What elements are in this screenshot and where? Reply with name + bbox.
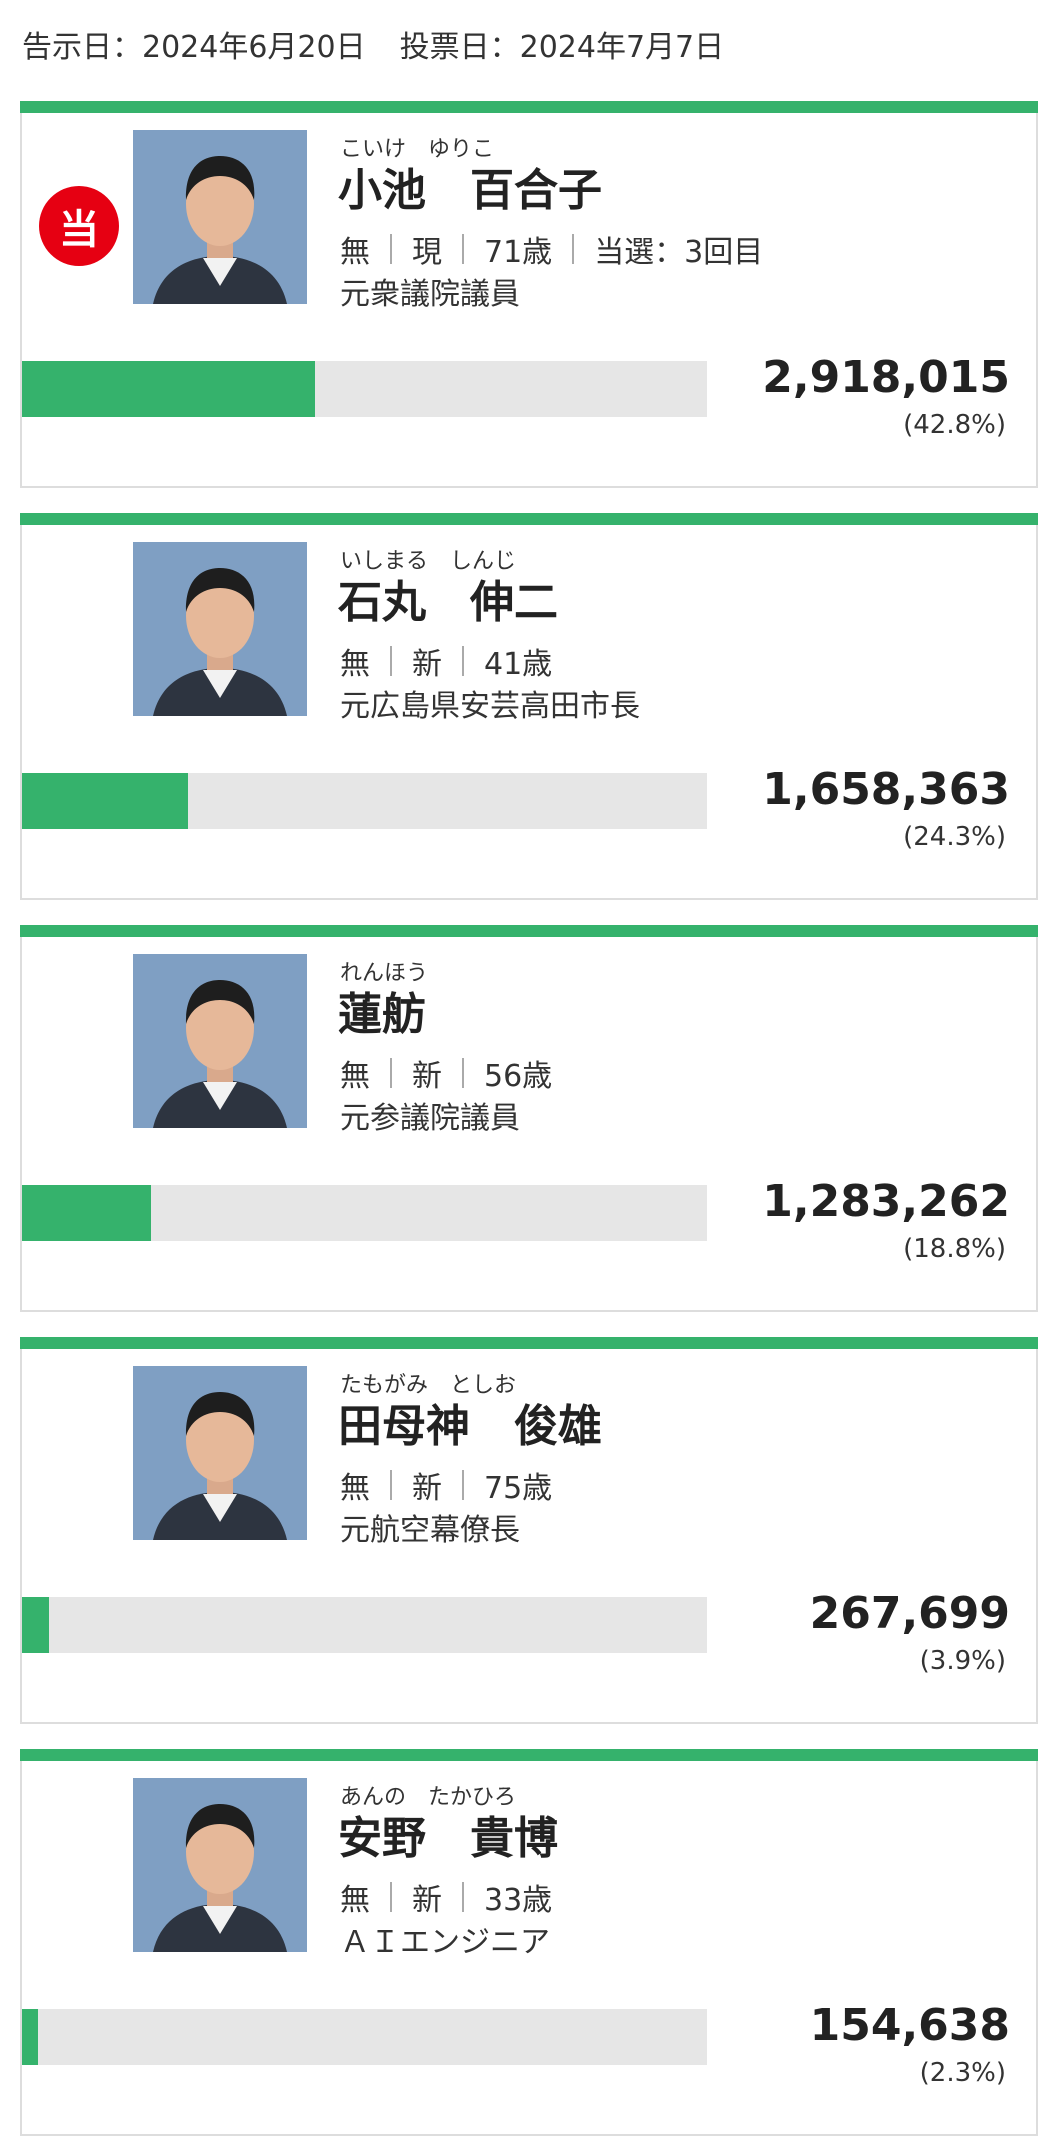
candidate-status: 新	[412, 1883, 442, 1918]
candidate-kana: れんほう	[340, 961, 429, 986]
vote-count: 1,283,262	[762, 1176, 1010, 1227]
candidate-portrait-icon	[133, 954, 307, 1128]
candidate-meta: 無 新 33歳	[340, 1877, 553, 1918]
vote-share-bar-fill	[22, 773, 189, 829]
candidate-career: 元航空幕僚長	[340, 1513, 520, 1548]
card-accent-bar	[20, 1749, 1038, 1761]
vote-percent: (18.8%)	[903, 1234, 1006, 1264]
candidate-name: 蓮舫	[338, 989, 426, 1040]
candidate-career: 元参議院議員	[340, 1101, 520, 1136]
candidate-age: 56歳	[484, 1059, 553, 1094]
vote-share-bar-fill	[22, 2009, 38, 2065]
candidate-status: 現	[412, 235, 442, 270]
candidate-career: ＡＩエンジニア	[340, 1925, 550, 1960]
vote-share-bar	[22, 2009, 707, 2065]
vote-percent: (42.8%)	[903, 410, 1006, 440]
candidate-age: 71歳	[484, 235, 553, 270]
candidate-meta: 無 新 75歳	[340, 1465, 553, 1506]
meta-divider	[390, 646, 392, 676]
candidate-portrait-icon	[133, 542, 307, 716]
candidate-party: 無	[340, 1883, 370, 1918]
candidate-party: 無	[340, 647, 370, 682]
candidate-status: 新	[412, 1059, 442, 1094]
candidate-status: 新	[412, 1471, 442, 1506]
meta-divider	[462, 1058, 464, 1088]
candidate-kana: たもがみ としお	[340, 1373, 517, 1398]
elected-badge: 当	[39, 186, 119, 266]
meta-divider	[462, 234, 464, 264]
vote-count: 2,918,015	[762, 352, 1010, 403]
candidate-kana: こいけ ゆりこ	[340, 137, 495, 162]
vote-share-bar	[22, 1597, 707, 1653]
candidate-card: たもがみ としお 田母神 俊雄 無 新 75歳 元航空幕僚長 267,699 (3.…	[20, 1337, 1038, 1724]
candidate-card: あんの たかひろ 安野 貴博 無 新 33歳 ＡＩエンジニア 154,638 (2.…	[20, 1749, 1038, 2136]
card-accent-bar	[20, 925, 1038, 937]
candidate-kana: あんの たかひろ	[340, 1785, 517, 1810]
candidate-age: 33歳	[484, 1883, 553, 1918]
candidate-age: 41歳	[484, 647, 553, 682]
candidate-elected-count: 当選：3回目	[594, 235, 764, 270]
candidate-photo	[133, 130, 307, 304]
candidate-card: れんほう 蓮舫 無 新 56歳 元参議院議員 1,283,262 (18.8%)	[20, 925, 1038, 1312]
candidate-photo	[133, 1366, 307, 1540]
vote-share-bar-fill	[22, 361, 316, 417]
vote-percent: (2.3%)	[919, 2058, 1006, 2088]
candidate-age: 75歳	[484, 1471, 553, 1506]
candidate-card: いしまる しんじ 石丸 伸二 無 新 41歳 元広島県安芸高田市長 1,658,36…	[20, 513, 1038, 900]
vote-count: 154,638	[809, 2000, 1010, 2051]
candidate-portrait-icon	[133, 1366, 307, 1540]
card-accent-bar	[20, 101, 1038, 113]
candidate-portrait-icon	[133, 130, 307, 304]
vote-count: 267,699	[809, 1588, 1010, 1639]
meta-divider	[390, 1882, 392, 1912]
vote-date: 投票日：2024年7月7日	[399, 30, 725, 65]
candidate-name: 田母神 俊雄	[338, 1401, 602, 1452]
vote-share-bar-fill	[22, 1185, 151, 1241]
candidate-photo	[133, 954, 307, 1128]
vote-share-bar-fill	[22, 1597, 49, 1653]
candidate-name: 小池 百合子	[338, 165, 602, 216]
candidate-photo	[133, 1778, 307, 1952]
meta-divider	[390, 1058, 392, 1088]
candidate-party: 無	[340, 1059, 370, 1094]
candidate-kana: いしまる しんじ	[340, 549, 517, 574]
candidate-status: 新	[412, 647, 442, 682]
meta-divider	[390, 1470, 392, 1500]
notice-date: 告示日：2024年6月20日	[22, 30, 366, 65]
vote-share-bar	[22, 1185, 707, 1241]
candidate-career: 元広島県安芸高田市長	[340, 689, 640, 724]
candidate-photo	[133, 542, 307, 716]
candidate-party: 無	[340, 1471, 370, 1506]
meta-divider	[572, 234, 575, 264]
vote-percent: (3.9%)	[919, 1646, 1006, 1676]
meta-divider	[462, 646, 464, 676]
candidate-meta: 無 新 56歳	[340, 1053, 553, 1094]
candidate-name: 石丸 伸二	[338, 577, 558, 628]
candidate-party: 無	[340, 235, 370, 270]
meta-divider	[462, 1470, 464, 1500]
candidate-meta: 無 現 71歳 当選：3回目	[340, 229, 764, 270]
candidate-card: 当 こいけ ゆりこ 小池 百合子 無 現 71歳 当選：3回目 元衆議院議員 2,91…	[20, 101, 1038, 488]
card-accent-bar	[20, 513, 1038, 525]
vote-share-bar	[22, 361, 707, 417]
candidate-portrait-icon	[133, 1778, 307, 1952]
meta-divider	[390, 234, 392, 264]
candidate-career: 元衆議院議員	[340, 277, 520, 312]
vote-count: 1,658,363	[762, 764, 1010, 815]
card-accent-bar	[20, 1337, 1038, 1349]
vote-percent: (24.3%)	[903, 822, 1006, 852]
candidate-name: 安野 貴博	[338, 1813, 558, 1864]
candidate-meta: 無 新 41歳	[340, 641, 553, 682]
vote-share-bar	[22, 773, 707, 829]
meta-divider	[462, 1882, 464, 1912]
election-dates: 告示日：2024年6月20日 投票日：2024年7月7日	[22, 28, 724, 68]
